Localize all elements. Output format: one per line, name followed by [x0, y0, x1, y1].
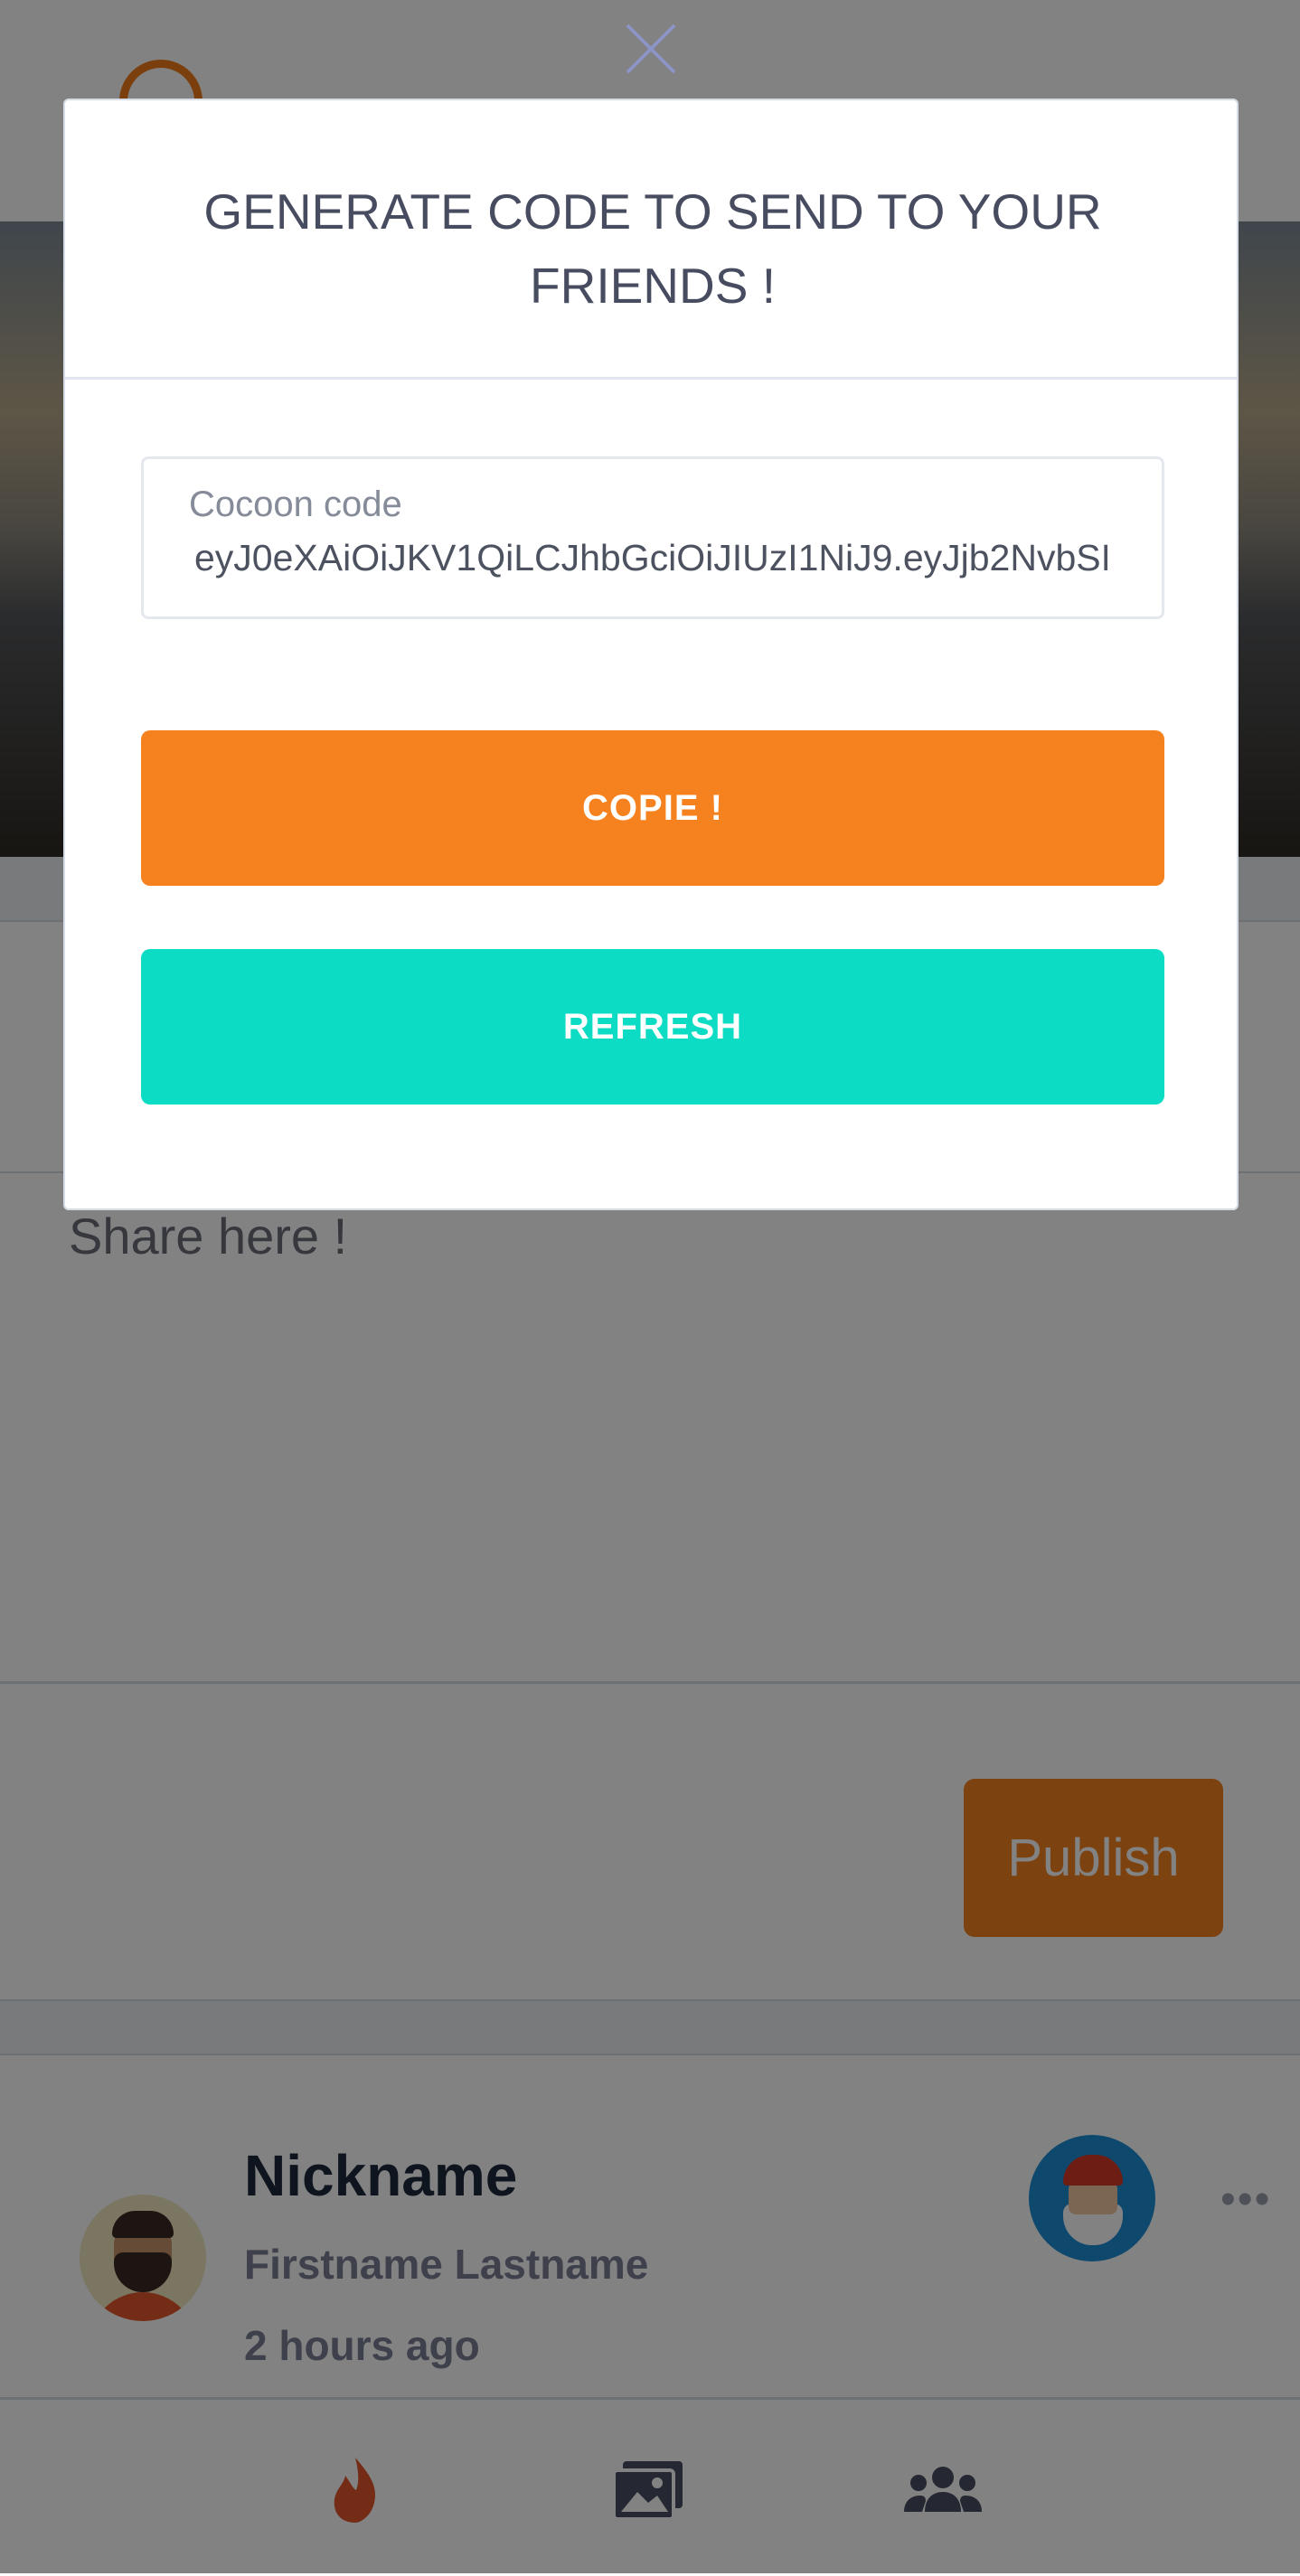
cocoon-code-field[interactable]: Cocoon code — [141, 456, 1164, 619]
divider — [65, 377, 1237, 380]
code-field-label: Cocoon code — [189, 484, 402, 524]
copy-button[interactable]: COPIE ! — [141, 730, 1164, 886]
generate-code-modal: GENERATE CODE TO SEND TO YOUR FRIENDS ! … — [63, 99, 1239, 1210]
close-icon[interactable] — [624, 22, 678, 76]
refresh-button[interactable]: REFRESH — [141, 949, 1164, 1105]
modal-title: GENERATE CODE TO SEND TO YOUR FRIENDS ! — [203, 183, 1102, 314]
cocoon-code-input[interactable] — [194, 537, 1107, 579]
